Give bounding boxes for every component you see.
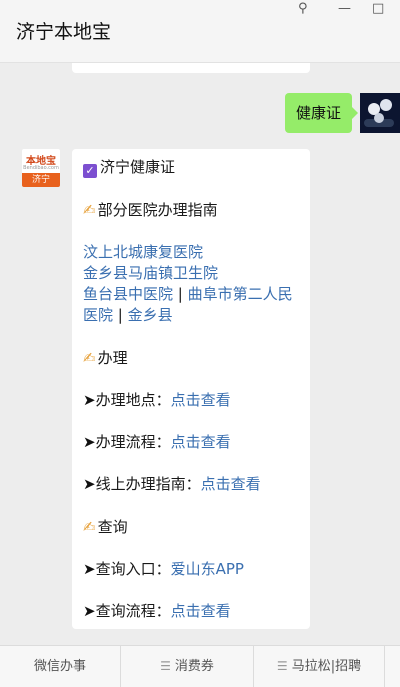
avatar-flower xyxy=(374,113,384,123)
row-query-entry-label: 查询入口： xyxy=(95,560,171,578)
section-handle-line: ✍ 办理 xyxy=(83,348,128,369)
writing-hand-icon: ✍ xyxy=(83,201,96,219)
menu-weixin-banshi[interactable]: 微信办事 xyxy=(0,646,120,687)
my-avatar[interactable] xyxy=(360,93,400,133)
bot-avatar-city: 济宁 xyxy=(22,173,60,187)
writing-hand-icon: ✍ xyxy=(83,349,96,367)
chat-title: 济宁本地宝 xyxy=(16,21,112,43)
row-online-guide-label: 线上办理指南： xyxy=(95,475,201,493)
title-bar: 济宁本地宝 ⚲ — □ xyxy=(0,0,400,63)
menu-weixin-banshi-label: 微信办事 xyxy=(33,659,86,674)
menu-divider xyxy=(384,646,385,687)
row-query-process-label: 查询流程： xyxy=(95,602,171,620)
section-query-title: 查询 xyxy=(97,518,128,536)
row-query-entry-link[interactable]: 爱山东APP xyxy=(171,560,244,578)
row-process-link[interactable]: 点击查看 xyxy=(171,433,231,451)
card-title: 济宁健康证 xyxy=(100,158,176,176)
row-process-label: 办理流程： xyxy=(95,433,171,451)
hospital-link-qufu-cont[interactable]: 医院 xyxy=(83,306,113,324)
hospital-line-3: 鱼台县中医院 | 曲阜市第二人民 xyxy=(83,284,293,305)
row-query-entry: ➤查询入口：爱山东APP xyxy=(83,559,244,580)
writing-hand-icon: ✍ xyxy=(83,518,96,536)
hospital-link-qufu[interactable]: 曲阜市第二人民 xyxy=(188,285,293,303)
previous-message-card: … … … xyxy=(72,63,310,73)
my-message-bubble[interactable]: 健康证 xyxy=(284,93,359,133)
card-title-line: ✓ 济宁健康证 xyxy=(83,157,175,178)
menu-xiaofeiquan-label: 消费券 xyxy=(174,659,214,674)
menu-xiaofeiquan[interactable]: ☰ 消费券 xyxy=(121,646,253,687)
menu-list-icon: ☰ xyxy=(276,659,288,673)
bot-avatar-url: Bendibao.com xyxy=(23,165,59,171)
pin-icon[interactable]: ⚲ xyxy=(298,2,308,16)
arrow-right-icon: ➤ xyxy=(83,602,96,620)
avatar-flower xyxy=(380,99,392,111)
check-box-icon: ✓ xyxy=(83,164,97,178)
maximize-icon[interactable]: □ xyxy=(372,2,384,16)
hospital-line-4: 医院 | 金乡县 xyxy=(83,305,173,326)
row-process: ➤办理流程：点击查看 xyxy=(83,432,231,453)
hospital-link-jinxiang-mamiao[interactable]: 金乡县马庙镇卫生院 xyxy=(83,263,218,284)
menu-malasong-zhaopin[interactable]: ☰ 马拉松|招聘 xyxy=(254,646,384,687)
chat-area[interactable]: … … … 健康证 本地宝 Bendibao.com 济宁 ✓济宁健康证 ✍部分… xyxy=(0,63,400,645)
row-location-link[interactable]: 点击查看 xyxy=(171,391,231,409)
arrow-right-icon: ➤ xyxy=(83,433,96,451)
row-query-process-link[interactable]: 点击查看 xyxy=(171,602,231,620)
row-location: ➤办理地点：点击查看 xyxy=(83,390,231,411)
hospital-link-jinxiang[interactable]: 金乡县 xyxy=(128,306,173,324)
bottom-menu-bar: 微信办事 ☰ 消费券 ☰ 马拉松|招聘 xyxy=(0,645,400,687)
arrow-right-icon: ➤ xyxy=(83,475,96,493)
my-message-row: 健康证 xyxy=(0,93,400,137)
menu-malasong-zhaopin-label: 马拉松|招聘 xyxy=(291,659,362,674)
section-guide-title: 部分医院办理指南 xyxy=(97,201,218,219)
hospital-link-wenshang[interactable]: 汶上北城康复医院 xyxy=(83,242,203,263)
section-handle-title: 办理 xyxy=(97,349,128,367)
reply-card: ✓ 济宁健康证 ✍ 部分医院办理指南 汶上北城康复医院 金乡县马庙镇卫生院 鱼台县中… xyxy=(72,149,310,629)
arrow-right-icon: ➤ xyxy=(83,391,96,409)
separator: | xyxy=(173,285,188,303)
hospital-link-yutai[interactable]: 鱼台县中医院 xyxy=(83,285,173,303)
separator: | xyxy=(113,306,128,324)
row-online-guide: ➤线上办理指南：点击查看 xyxy=(83,474,261,495)
row-query-process: ➤查询流程：点击查看 xyxy=(83,601,231,622)
minimize-icon[interactable]: — xyxy=(338,2,351,16)
menu-list-icon: ☰ xyxy=(160,659,171,673)
section-query-line: ✍ 查询 xyxy=(83,517,128,538)
section-guide-line: ✍ 部分医院办理指南 xyxy=(83,200,218,221)
row-online-guide-link[interactable]: 点击查看 xyxy=(201,475,261,493)
bot-avatar[interactable]: 本地宝 Bendibao.com 济宁 xyxy=(22,149,60,187)
row-location-label: 办理地点： xyxy=(95,391,171,409)
arrow-right-icon: ➤ xyxy=(83,560,96,578)
